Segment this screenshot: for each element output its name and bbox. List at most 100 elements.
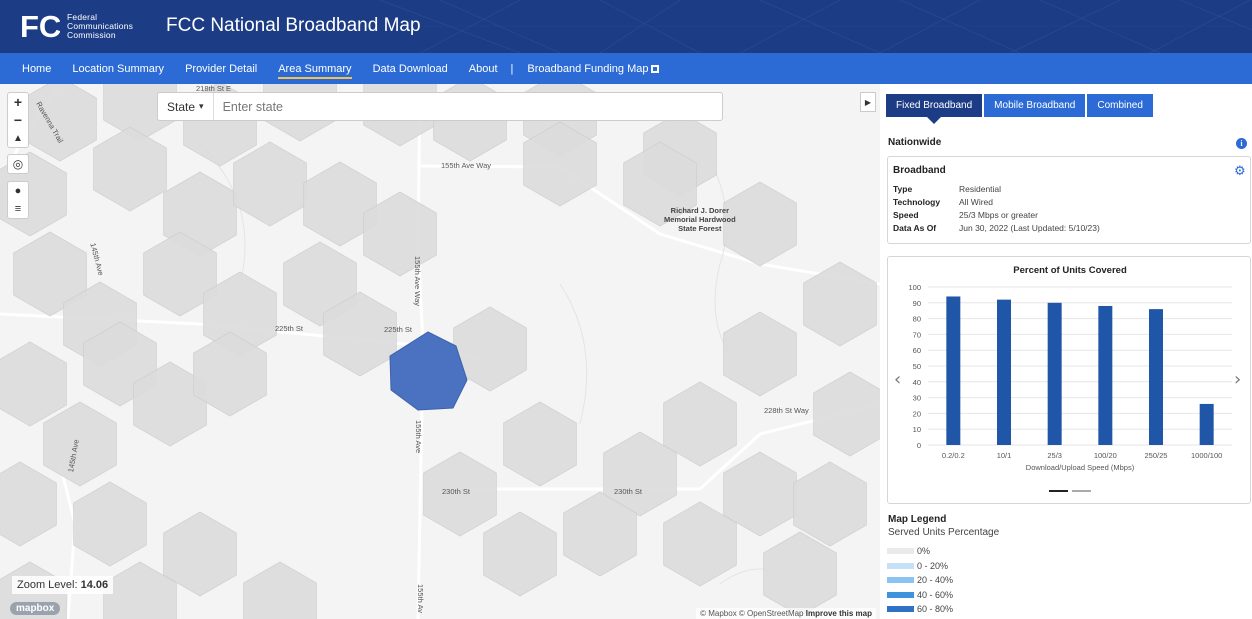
- x-tick-label: 0.2/0.2: [942, 451, 965, 460]
- nav-broadband-funding-map[interactable]: Broadband Funding Map: [527, 63, 660, 75]
- zoom-level-label: Zoom Level:: [17, 579, 78, 591]
- fcc-logo-icon[interactable]: FC: [20, 9, 60, 43]
- compass-north-icon[interactable]: ▲: [8, 129, 28, 147]
- agency-name: Federal Communications Commission: [67, 13, 133, 40]
- nav-home[interactable]: Home: [22, 63, 51, 75]
- mapbox-logo[interactable]: mapbox: [10, 602, 61, 615]
- state-dropdown-label: State: [167, 99, 196, 114]
- gear-icon[interactable]: ⚙: [1234, 164, 1246, 177]
- chart-bar[interactable]: [1149, 309, 1163, 445]
- carousel-indicator-1[interactable]: [1049, 490, 1068, 492]
- label-155th-ave-2: 155th Av: [416, 584, 425, 614]
- legend-label: 40 - 60%: [917, 589, 954, 600]
- coverage-hexagon[interactable]: [0, 341, 67, 427]
- x-tick-label: 250/25: [1145, 451, 1168, 460]
- nav-provider-detail[interactable]: Provider Detail: [185, 63, 257, 75]
- coverage-hexagon[interactable]: [483, 511, 557, 597]
- legend-subtitle: Served Units Percentage: [888, 527, 1000, 538]
- y-tick-label: 90: [913, 299, 921, 308]
- coverage-hexagon[interactable]: [793, 461, 867, 547]
- zoom-level-value: 14.06: [80, 579, 109, 591]
- coverage-hexagon[interactable]: [763, 531, 837, 617]
- carousel-indicator-2[interactable]: [1072, 490, 1091, 492]
- zoom-out-button[interactable]: −: [8, 111, 28, 129]
- layers-icon[interactable]: ≡: [8, 200, 28, 218]
- coverage-hexagon[interactable]: [233, 141, 307, 227]
- zoom-level-readout: Zoom Level: 14.06: [12, 576, 114, 594]
- legend-label: 0%: [917, 546, 931, 556]
- chart-bar[interactable]: [946, 296, 961, 445]
- chevron-right-icon: ▶: [864, 97, 872, 107]
- coverage-hexagon[interactable]: [503, 401, 577, 487]
- improve-map-link[interactable]: Improve this map: [806, 609, 872, 618]
- y-tick-label: 100: [908, 283, 921, 292]
- y-tick-label: 70: [913, 330, 921, 339]
- broadband-card-title: Broadband: [893, 165, 946, 176]
- legend-swatch: [887, 606, 914, 612]
- filter-row-type: Type Residential: [893, 184, 1001, 194]
- nav-location-summary[interactable]: Location Summary: [72, 63, 164, 75]
- broadband-tabs: Fixed Broadband Mobile Broadband Combine…: [886, 94, 1155, 124]
- tab-combined[interactable]: Combined: [1087, 94, 1153, 117]
- state-dropdown[interactable]: State ▾: [158, 93, 214, 120]
- y-tick-label: 0: [917, 441, 921, 450]
- coverage-hexagon[interactable]: [0, 461, 57, 547]
- filter-value: All Wired: [959, 197, 994, 207]
- chart-bar[interactable]: [1199, 403, 1214, 445]
- label-228th-st-way: 228th St Way: [764, 406, 809, 415]
- legend-label: 0 - 20%: [917, 560, 949, 571]
- x-tick-label: 100/20: [1094, 451, 1117, 460]
- broadband-filter-card: Broadband ⚙ Type Residential Technology …: [887, 156, 1251, 244]
- nav-about[interactable]: About: [469, 63, 498, 75]
- collapse-panel-button[interactable]: ▶: [860, 92, 876, 112]
- map-canvas[interactable]: 155th Ave Way Richard J. Dorer Memorial …: [0, 84, 880, 619]
- chart-next-arrow-icon[interactable]: ›: [1234, 369, 1241, 390]
- site-header: FC Federal Communications Commission FCC…: [0, 0, 1252, 53]
- legend-item: 0%: [887, 546, 930, 556]
- coverage-hexagon[interactable]: [813, 371, 880, 457]
- tab-fixed-broadband[interactable]: Fixed Broadband: [886, 94, 983, 124]
- chart-prev-arrow-icon[interactable]: ‹: [894, 369, 901, 390]
- y-tick-label: 10: [913, 425, 921, 434]
- crosshair-icon: ◎: [12, 157, 24, 171]
- attribution-text[interactable]: © Mapbox © OpenStreetMap: [700, 609, 803, 618]
- filter-key: Data As Of: [893, 223, 937, 233]
- filter-value: Residential: [959, 184, 1002, 194]
- legend-item: 0 - 20%: [887, 561, 948, 571]
- label-230th-st-2: 230th St: [614, 487, 642, 496]
- chart-bar[interactable]: [997, 299, 1011, 445]
- globe-icon[interactable]: ●: [8, 182, 28, 200]
- filter-row-data-as-of: Data As Of Jun 30, 2022 (Last Updated: 5…: [893, 223, 1100, 233]
- coverage-hexagon[interactable]: [23, 84, 97, 162]
- coverage-hexagon[interactable]: [243, 561, 317, 619]
- nav-data-download[interactable]: Data Download: [373, 63, 448, 75]
- summary-panel: Fixed Broadband Mobile Broadband Combine…: [880, 84, 1252, 619]
- chart-bar[interactable]: [1047, 302, 1062, 445]
- legend-swatch: [887, 548, 914, 554]
- legend-swatch: [887, 577, 914, 583]
- x-axis-label: Download/Upload Speed (Mbps): [1026, 463, 1135, 472]
- legend-label: 20 - 40%: [917, 575, 954, 585]
- info-icon[interactable]: i: [1236, 138, 1247, 149]
- coverage-hexagon[interactable]: [73, 481, 147, 567]
- scope-title: Nationwide: [888, 137, 942, 148]
- filter-key: Type: [893, 184, 913, 194]
- coverage-hexagon[interactable]: [723, 311, 797, 397]
- legend-item: 20 - 40%: [887, 575, 953, 585]
- chart-bar[interactable]: [1098, 305, 1113, 445]
- legend-swatch: [887, 591, 914, 598]
- tab-mobile-broadband[interactable]: Mobile Broadband: [984, 94, 1086, 117]
- map-base: [0, 84, 880, 619]
- forest-line-2: Memorial Hardwood: [664, 215, 736, 224]
- x-tick-label: 25/3: [1047, 451, 1062, 460]
- nav-area-summary[interactable]: Area Summary: [278, 63, 352, 79]
- zoom-in-button[interactable]: +: [8, 93, 28, 111]
- label-230th-st-1: 230th St: [442, 487, 470, 496]
- filter-key: Technology: [893, 197, 941, 207]
- filter-row-technology: Technology All Wired: [893, 197, 993, 207]
- coverage-hexagon[interactable]: [93, 126, 167, 212]
- y-tick-label: 20: [913, 409, 921, 418]
- state-search-input[interactable]: [213, 99, 722, 114]
- locate-button[interactable]: ◎: [7, 154, 29, 174]
- y-tick-label: 50: [913, 362, 921, 371]
